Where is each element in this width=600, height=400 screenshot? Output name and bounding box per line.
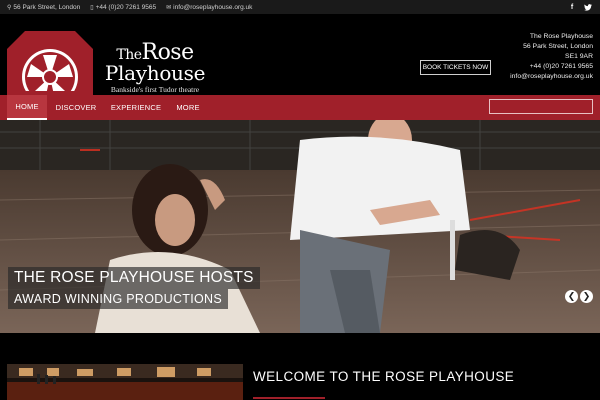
map-pin-icon: ⚲ [7,4,12,11]
topbar-address-text: 56 Park Street, London [13,3,81,11]
nav-item-discover[interactable]: DISCOVER [50,95,102,120]
topbar-phone-text: +44 (0)20 7261 9565 [95,3,157,11]
topbar-email[interactable]: ✉ info@roseplayhouse.org.uk [166,4,252,11]
address-line[interactable]: info@roseplayhouse.org.uk [510,72,593,82]
logo-playhouse: Playhouse [104,61,206,85]
main-nav: HOME DISCOVER EXPERIENCE MORE [0,95,600,120]
slider-prev-button[interactable]: ❮ [565,290,578,303]
twitter-icon[interactable] [582,0,594,14]
welcome-heading: WELCOME TO THE ROSE PLAYHOUSE [253,369,515,384]
nav-item-home[interactable]: HOME [7,95,47,120]
facebook-icon[interactable]: f [566,0,578,14]
address-line: The Rose Playhouse [529,33,593,40]
site-logo-wordmark[interactable]: TheRose Playhouse Bankside's first Tudor… [100,42,210,100]
phone-icon: ▯ [90,4,94,11]
search-input[interactable] [489,99,593,114]
theatre-thumbnail-image [7,364,243,400]
address-line: +44 (0)20 7261 9565 [529,63,593,70]
welcome-section: WELCOME TO THE ROSE PLAYHOUSE [0,333,600,400]
address-line: 56 Park Street, London [523,43,593,50]
topbar-email-text: info@roseplayhouse.org.uk [173,3,253,11]
nav-item-more[interactable]: MORE [170,95,206,120]
header-address: The Rose Playhouse 56 Park Street, Londo… [510,32,593,82]
book-tickets-button[interactable]: BOOK TICKETS NOW [420,60,491,75]
hero-caption-line-two: AWARD WINNING PRODUCTIONS [8,289,228,309]
welcome-divider [253,397,325,399]
address-line: SE1 9AR [565,53,593,60]
hero-slider: THE ROSE PLAYHOUSE HOSTS AWARD WINNING P… [0,120,600,333]
envelope-icon: ✉ [166,4,172,11]
site-header: TheRose Playhouse Bankside's first Tudor… [0,14,600,105]
rose-logo-icon[interactable] [7,31,93,105]
hero-caption-line-one: THE ROSE PLAYHOUSE HOSTS [8,267,260,289]
topbar-phone[interactable]: ▯ +44 (0)20 7261 9565 [90,4,156,11]
logo-tagline: Bankside's first Tudor theatre [110,85,200,94]
topbar-address: ⚲ 56 Park Street, London [7,4,80,11]
slider-next-button[interactable]: ❯ [580,290,593,303]
top-utility-bar: ⚲ 56 Park Street, London ▯ +44 (0)20 726… [0,0,600,14]
nav-item-experience[interactable]: EXPERIENCE [106,95,166,120]
